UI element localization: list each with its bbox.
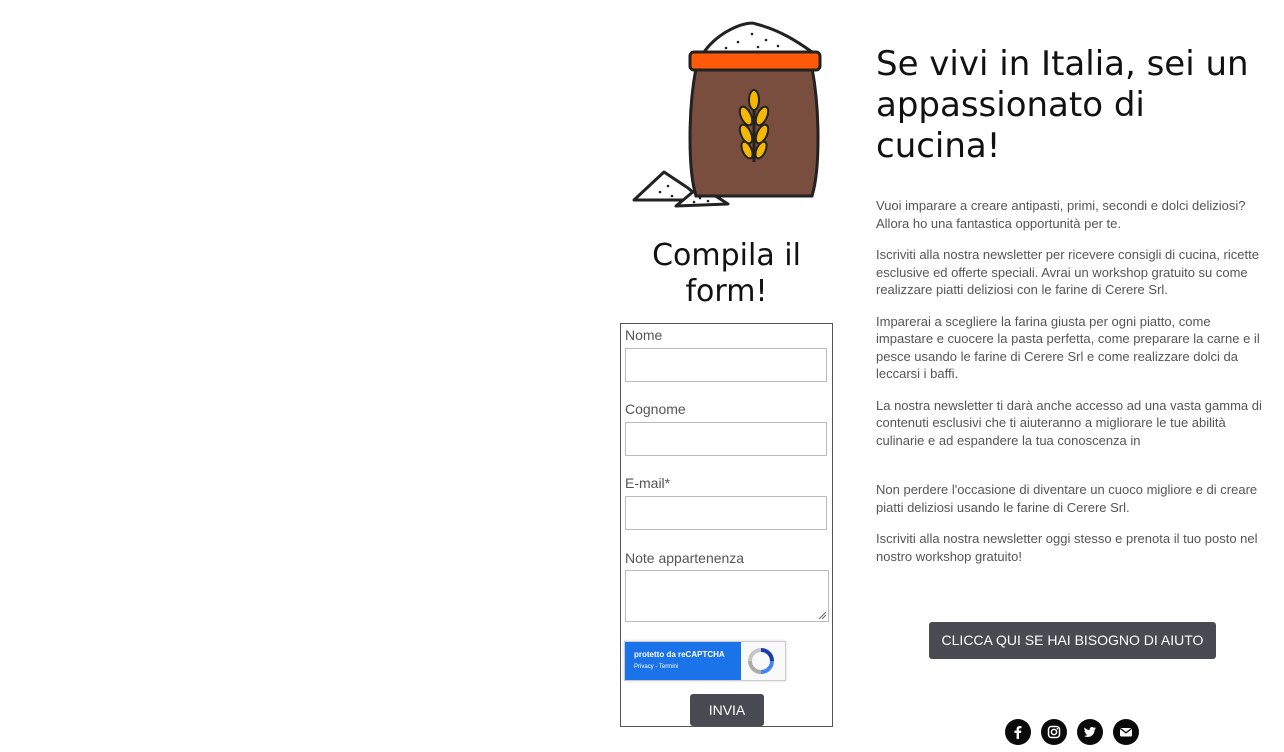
paragraph: Iscriviti alla nostra newsletter oggi st… [876, 531, 1258, 564]
instagram-icon[interactable] [1041, 719, 1067, 745]
resize-handle-icon[interactable] [818, 611, 826, 619]
social-links [1005, 719, 1139, 745]
paragraph: Iscriviti alla nostra newsletter per ric… [876, 247, 1259, 297]
surname-label: Cognome [625, 401, 686, 417]
paragraph: La nostra newsletter ti darà anche acces… [876, 397, 1262, 448]
description-text: Vuoi imparare a creare antipasti, primi,… [876, 197, 1268, 579]
recaptcha-label-panel: protetto da reCAPTCHA Privacy - Termini [625, 642, 741, 680]
facebook-icon[interactable] [1005, 719, 1031, 745]
name-field[interactable] [625, 348, 827, 382]
name-label: Nome [625, 327, 663, 343]
paragraph: Imparerai a scegliere la farina giusta p… [876, 313, 1260, 382]
recaptcha-links[interactable]: Privacy - Termini [634, 664, 678, 670]
page-headline: Se vivi in Italia, sei un appassionato d… [876, 44, 1249, 166]
form-title: Compila il form! [652, 238, 801, 309]
recaptcha-icon [748, 648, 774, 674]
flour-sack-icon [632, 21, 822, 208]
notes-textarea[interactable] [625, 570, 829, 622]
surname-field[interactable] [625, 422, 827, 456]
help-button[interactable]: CLICCA QUI SE HAI BISOGNO DI AIUTO [929, 622, 1216, 659]
email-field[interactable] [625, 496, 827, 530]
email-icon[interactable] [1113, 719, 1139, 745]
recaptcha-text: protetto da reCAPTCHA [634, 650, 725, 659]
submit-button[interactable]: INVIA [690, 694, 764, 726]
recaptcha-badge[interactable]: protetto da reCAPTCHA Privacy - Termini [624, 641, 786, 681]
paragraph: Vuoi imparare a creare antipasti, primi,… [876, 198, 1246, 231]
paragraph: Non perdere l'occasione di diventare un … [876, 482, 1258, 515]
email-label: E-mail* [625, 475, 671, 491]
twitter-icon[interactable] [1077, 719, 1103, 745]
newsletter-form: Nome Cognome E-mail* Note appartenenza p… [620, 323, 833, 727]
notes-label: Note appartenenza [625, 550, 745, 566]
